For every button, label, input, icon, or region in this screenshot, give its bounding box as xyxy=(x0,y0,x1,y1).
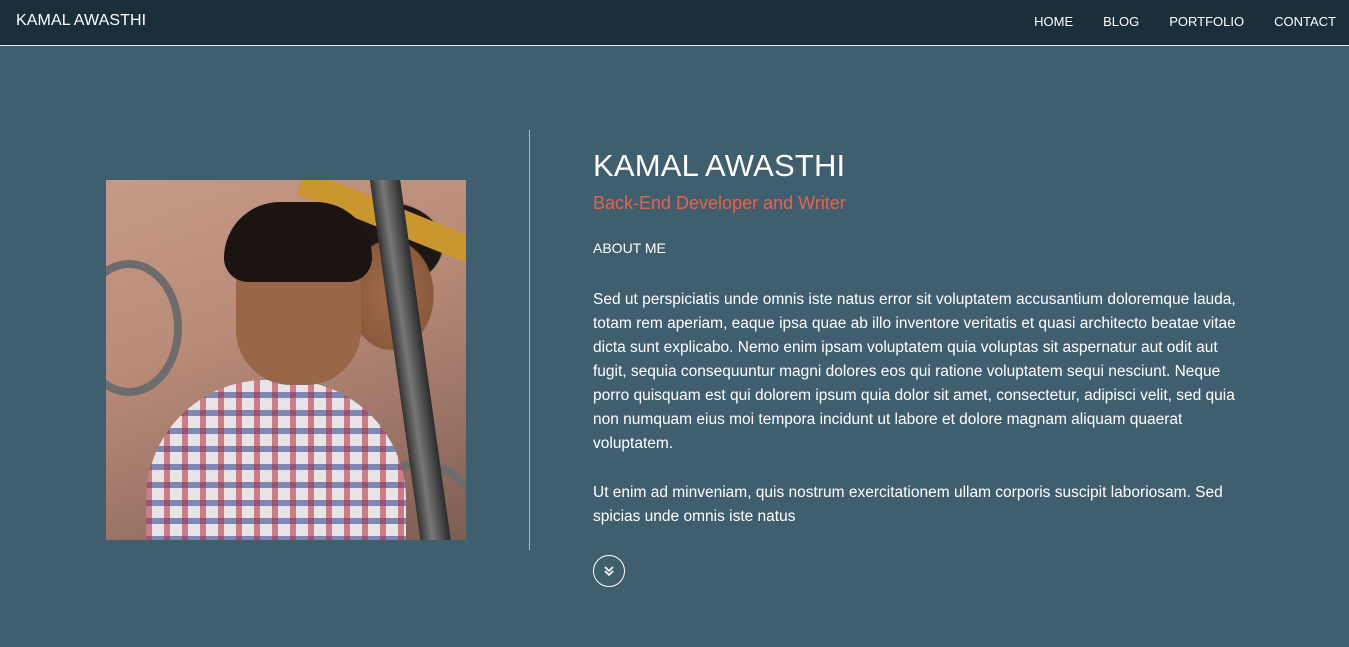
photo-hair xyxy=(224,202,372,282)
brand-link[interactable]: KAMAL AWASTHI xyxy=(16,12,146,30)
about-paragraph-1: Sed ut perspiciatis unde omnis iste natu… xyxy=(593,291,1236,452)
about-paragraph-2: Ut enim ad minveniam, quis nostrum exerc… xyxy=(593,484,1223,525)
photo-railing-curl xyxy=(106,260,182,396)
nav-link-blog[interactable]: BLOG xyxy=(1103,14,1139,29)
vertical-divider xyxy=(529,130,530,550)
nav-link-contact[interactable]: CONTACT xyxy=(1274,14,1336,29)
nav-link-home[interactable]: HOME xyxy=(1034,14,1073,29)
about-me-heading: ABOUT ME xyxy=(593,240,666,256)
double-chevron-down-icon xyxy=(604,566,614,577)
nav-link-portfolio[interactable]: PORTFOLIO xyxy=(1169,14,1244,29)
photo-shirt xyxy=(146,380,406,540)
profile-subtitle: Back-End Developer and Writer xyxy=(593,193,846,213)
top-navbar: KAMAL AWASTHI HOME BLOG PORTFOLIO CONTAC… xyxy=(0,0,1349,46)
profile-name: KAMAL AWASTHI xyxy=(593,148,846,183)
nav-links: HOME BLOG PORTFOLIO CONTACT xyxy=(1004,14,1336,29)
profile-photo xyxy=(106,180,466,540)
scroll-down-button[interactable] xyxy=(593,555,625,587)
